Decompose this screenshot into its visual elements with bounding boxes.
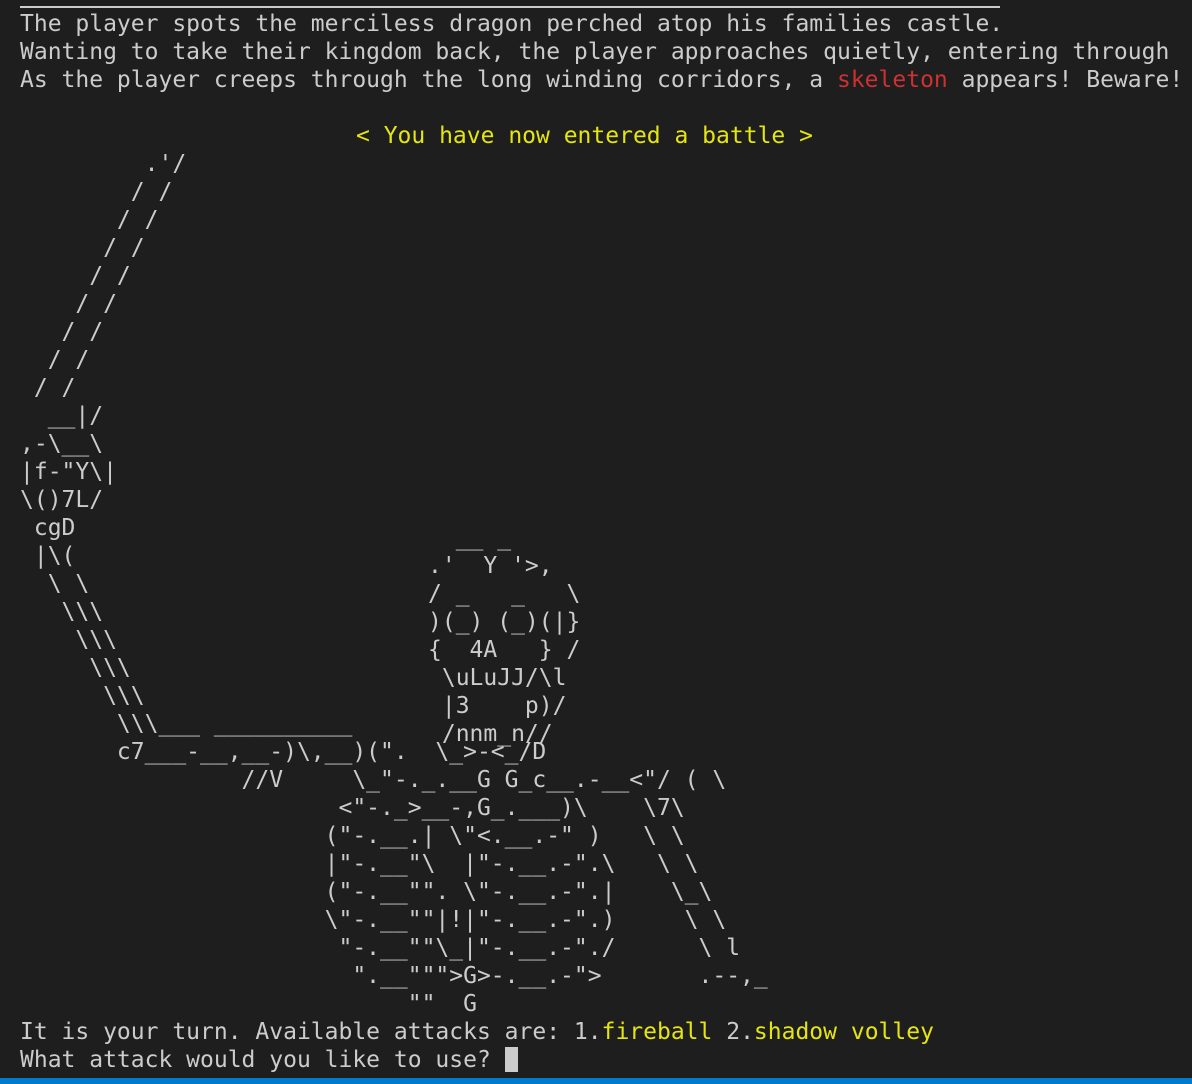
story-line-3-end: appears! Beware! [947, 67, 1184, 93]
prompt-question: What attack would you like to use? [20, 1047, 505, 1073]
attack-shadow-volley: shadow volley [753, 1019, 934, 1045]
battle-banner: < You have now entered a battle > [356, 123, 813, 149]
text-cursor[interactable] [504, 1047, 518, 1072]
ascii-art-knight-skeleton: .'/ / / / / / / / / / / / / / / / / __|/… [20, 151, 768, 1017]
turn-text: It is your turn. Available attacks are: [20, 1019, 574, 1045]
attack-options-line: It is your turn. Available attacks are: … [20, 1018, 934, 1046]
attack-fireball: fireball [601, 1019, 713, 1045]
story-line-1: The player spots the merciless dragon pe… [20, 11, 1004, 37]
story-line-3-start: As the player creeps through the long wi… [20, 67, 837, 93]
divider-line [20, 6, 1000, 8]
terminal-window: The player spots the merciless dragon pe… [0, 0, 1192, 1084]
attack-2-number: 2. [712, 1019, 754, 1045]
input-prompt-line[interactable]: What attack would you like to use? [20, 1046, 518, 1074]
status-bar [0, 1078, 1192, 1084]
story-line-3: As the player creeps through the long wi… [20, 66, 1183, 94]
story-line-2: Wanting to take their kingdom back, the … [20, 39, 1170, 65]
enemy-name: skeleton [836, 67, 948, 93]
attack-1-number: 1. [573, 1019, 602, 1045]
ascii-art-skull: __ _ .' Y '>, / _ _ \ )(_) (_)(|} { 4A }… [428, 525, 581, 747]
